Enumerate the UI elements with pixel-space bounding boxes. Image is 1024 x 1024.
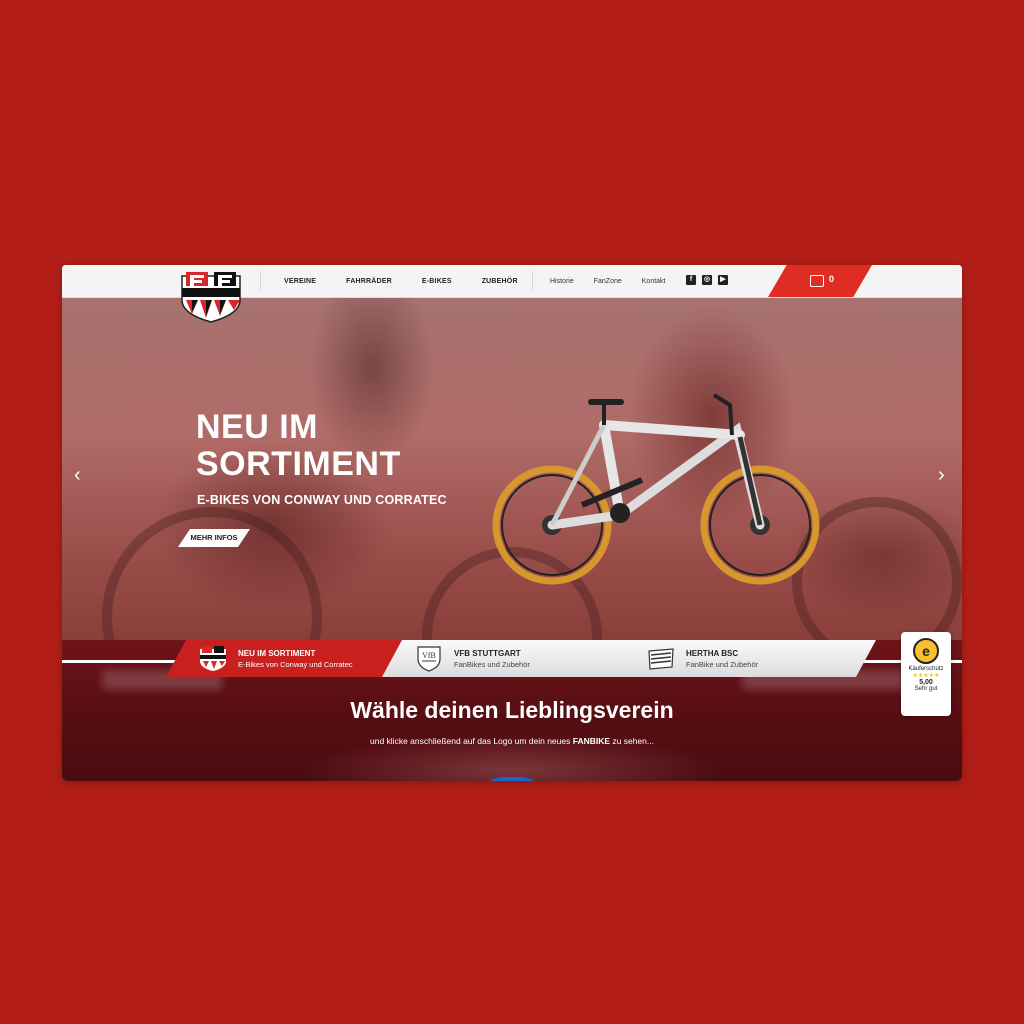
section-intro: und klicke anschließend auf das Logo um … — [62, 736, 962, 746]
intro-text: und klicke anschließend auf das Logo um … — [370, 736, 573, 746]
vfb-stuttgart-icon: VfB — [417, 646, 441, 672]
rating-stars: ★★★★★ — [912, 673, 940, 679]
hero-subtitle: E-BIKES VON CONWAY UND CORRATEC — [197, 493, 447, 507]
cart-count: 0 — [829, 274, 835, 284]
social-links: f ◎ ▶ — [686, 275, 728, 285]
rating-score: 5,00 — [919, 679, 933, 686]
slider-prev-arrow[interactable]: ‹ — [74, 465, 81, 485]
intro-brand: FANBIKE — [572, 736, 611, 746]
hero-title-line1: NEU IM — [196, 408, 318, 446]
trust-seal-icon: e — [913, 638, 939, 664]
browser-viewport: VEREINE FAHRRÄDER E-BIKES ZUBEHÖR Histor… — [62, 265, 962, 781]
nav-fahrraeder[interactable]: FAHRRÄDER — [346, 278, 392, 285]
hertha-bsc-icon — [648, 648, 674, 670]
nav-fanzone[interactable]: FanZone — [594, 278, 622, 285]
cart-icon — [810, 275, 824, 287]
tab-title: HERTHA BSC — [686, 649, 739, 658]
background-wheel — [102, 507, 322, 640]
tab-hertha-bsc[interactable]: HERTHA BSC FanBike und Zubehör — [614, 640, 876, 677]
tab-vfb-stuttgart[interactable]: VfB VFB STUTTGART FanBikes und Zubehör — [382, 640, 644, 677]
tab-description: FanBikes und Zubehör — [454, 660, 530, 669]
more-info-button[interactable]: MEHR INFOS — [178, 529, 250, 547]
trusted-shops-badge[interactable]: e Käuferschutz ★★★★★ 5,00 Sehr gut — [901, 632, 951, 716]
club-logo-partial[interactable] — [482, 777, 542, 781]
nav-zubehoer[interactable]: ZUBEHÖR — [482, 278, 518, 285]
tab-title: NEU IM SORTIMENT — [238, 649, 316, 658]
nav-kontakt[interactable]: Kontakt — [642, 278, 666, 285]
hero-title: NEU IM SORTIMENT — [196, 409, 401, 483]
tab-description: E-Bikes von Conway und Corratec — [238, 660, 353, 669]
nav-vereine[interactable]: VEREINE — [284, 278, 316, 285]
fanbike-tab-icon — [200, 646, 226, 671]
rating-verdict: Sehr gut — [914, 686, 938, 692]
hero-title-line2: SORTIMENT — [196, 445, 401, 483]
tab-neu-im-sortiment[interactable]: NEU IM SORTIMENT E-Bikes von Conway und … — [166, 640, 412, 677]
nav-divider — [532, 271, 533, 291]
e-bike-image — [492, 393, 820, 585]
youtube-icon[interactable]: ▶ — [718, 275, 728, 285]
fanbike-logo[interactable] — [178, 270, 244, 324]
tab-description: FanBike und Zubehör — [686, 660, 759, 669]
intro-text-end: zu sehen... — [610, 736, 654, 746]
facebook-icon[interactable]: f — [686, 275, 696, 285]
hero-slider: NEU IM SORTIMENT E-BIKES VON CONWAY UND … — [62, 297, 962, 640]
slider-next-arrow[interactable]: › — [938, 465, 945, 485]
nav-divider — [260, 271, 261, 291]
cart-button[interactable]: 0 — [768, 265, 872, 297]
nav-e-bikes[interactable]: E-BIKES — [422, 278, 452, 285]
nav-historie[interactable]: Historie — [550, 278, 574, 285]
main-navigation: VEREINE FAHRRÄDER E-BIKES ZUBEHÖR — [284, 265, 548, 297]
svg-text:VfB: VfB — [422, 651, 436, 660]
tab-title: VFB STUTTGART — [454, 649, 521, 658]
instagram-icon[interactable]: ◎ — [702, 275, 712, 285]
section-heading: Wähle deinen Lieblingsverein — [350, 697, 674, 723]
secondary-navigation: Historie FanZone Kontakt — [550, 265, 686, 297]
